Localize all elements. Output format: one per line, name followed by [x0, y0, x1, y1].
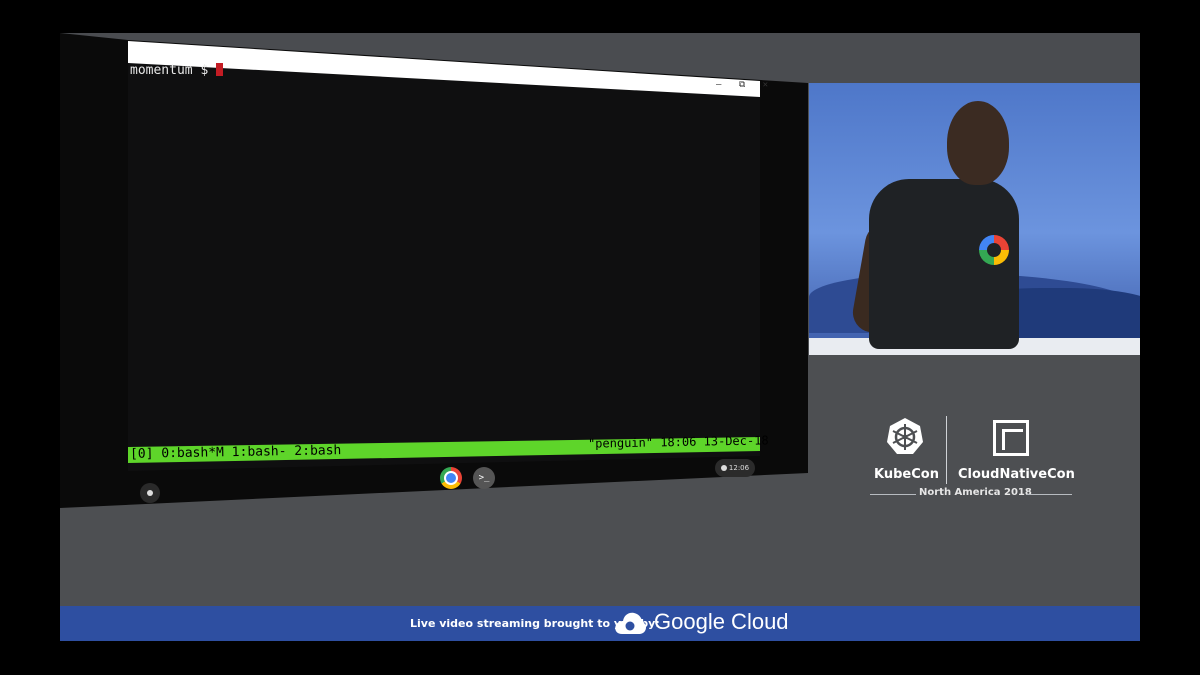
google-cloud-shirt-logo [979, 235, 1009, 265]
prompt-text: momentum $ [130, 63, 217, 78]
brand-divider [946, 416, 947, 484]
google-cloud-icon [615, 612, 646, 634]
speaker-camera-feed [809, 83, 1140, 355]
status-tray[interactable]: 12:06 [715, 459, 755, 477]
text-cursor [216, 63, 224, 76]
google-cloud-wordmark: Google Cloud [654, 609, 789, 634]
region-label: North America 2018 [919, 487, 1032, 498]
cncf-icon [993, 420, 1029, 456]
launcher-icon[interactable] [140, 483, 160, 503]
divider-line [870, 494, 916, 495]
speaker-head [947, 101, 1009, 185]
terminal-app-icon[interactable]: >_ [473, 467, 495, 489]
sponsor-banner: Live video streaming brought to you by: … [60, 606, 1140, 641]
chrome-icon[interactable] [440, 467, 462, 489]
video-frame: – ⧉ ✕ momentum $ [0] 0:bash*M 1:bash- 2:… [60, 33, 1140, 641]
terminal-glyph: >_ [478, 473, 490, 483]
kubecon-label: KubeCon [874, 467, 939, 482]
notification-icon [720, 465, 727, 471]
shell-prompt[interactable]: momentum $ [130, 63, 224, 78]
divider-line [1026, 494, 1072, 495]
window-controls[interactable]: – ⧉ ✕ [716, 80, 774, 90]
cloudnativecon-label: CloudNativeCon [958, 467, 1075, 482]
kubernetes-icon [887, 418, 923, 454]
tray-clock: 12:06 [728, 464, 750, 472]
